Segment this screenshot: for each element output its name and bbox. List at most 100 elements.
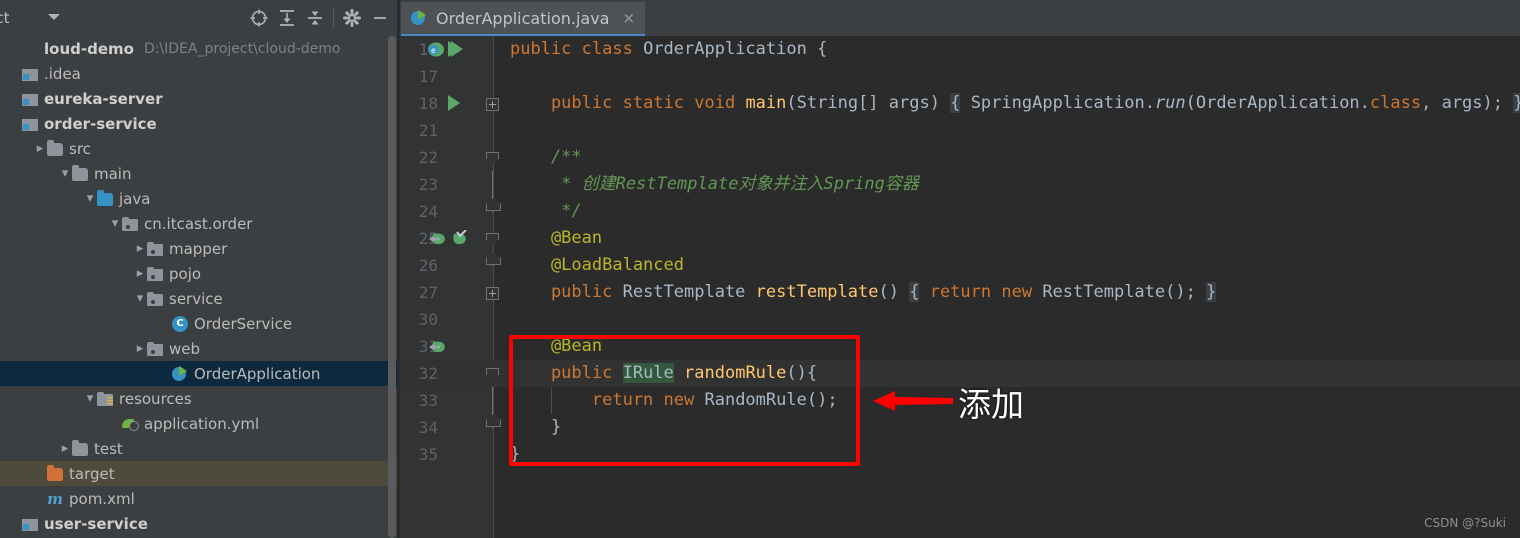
tree-item-label: service	[169, 289, 223, 308]
line-number: 21	[418, 121, 438, 140]
tree-item-application-yml[interactable]: application.yml	[0, 411, 400, 436]
tab-orderapplication-java[interactable]: OrderApplication.java ×	[401, 2, 646, 36]
project-panel-scrollbar[interactable]	[388, 36, 396, 538]
tree-item-loud-demo[interactable]: loud-demo D:\IDEA_project\cloud-demo	[0, 36, 400, 61]
code-line-23[interactable]: 23 * 创建RestTemplate对象并注入Spring容器	[400, 171, 1520, 198]
tree-item-label: pojo	[169, 264, 202, 283]
maven-icon: m	[47, 489, 63, 508]
hide-panel-icon[interactable]	[366, 4, 394, 32]
code-line-27[interactable]: 27 public RestTemplate restTemplate() { …	[400, 279, 1520, 306]
chevron-down-icon[interactable]	[83, 191, 97, 206]
project-tree[interactable]: loud-demo D:\IDEA_project\cloud-demo .idea…	[0, 36, 400, 538]
code-line-22[interactable]: 22 /**	[400, 144, 1520, 171]
chevron-right-icon[interactable]	[58, 441, 72, 456]
code-text: @Bean	[510, 336, 603, 356]
code-text: public IRule randomRule(){	[510, 363, 818, 383]
spring-config-icon	[122, 416, 139, 432]
chevron-down-icon[interactable]	[133, 291, 147, 306]
fold-region-start-icon[interactable]	[486, 368, 499, 380]
run-icon[interactable]	[448, 41, 460, 57]
code-line-26[interactable]: 26 @LoadBalanced	[400, 252, 1520, 279]
fold-region-start-icon[interactable]	[486, 233, 499, 245]
code-line-30[interactable]: 30	[400, 306, 1520, 333]
chevron-down-icon[interactable]	[48, 14, 60, 20]
bean-navigate-icon[interactable]	[428, 338, 445, 355]
chevron-right-icon[interactable]	[133, 266, 147, 281]
code-line-35[interactable]: 35}	[400, 441, 1520, 468]
scrollbar-thumb[interactable]	[388, 36, 396, 538]
tree-item-label: src	[69, 139, 91, 158]
settings-gear-icon[interactable]	[338, 4, 366, 32]
locate-icon[interactable]	[245, 4, 273, 32]
code-lines[interactable]: 16epublic class OrderApplication {1718 p…	[400, 36, 1520, 538]
project-panel-toolbar	[245, 0, 394, 36]
tree-item-user-service[interactable]: user-service	[0, 511, 400, 536]
editor-area: OrderApplication.java × 16epublic class …	[400, 0, 1520, 538]
tree-item-test[interactable]: test	[0, 436, 400, 461]
line-number: 22	[418, 148, 438, 167]
fold-region-end-icon[interactable]	[492, 252, 493, 266]
chevron-down-icon[interactable]	[108, 216, 122, 231]
tree-item-src[interactable]: src	[0, 136, 400, 161]
tree-item-idea[interactable]: .idea	[0, 61, 400, 86]
tree-item-web[interactable]: web	[0, 336, 400, 361]
bean-verified-icon[interactable]	[450, 229, 467, 247]
code-line-31[interactable]: 31 @Bean	[400, 333, 1520, 360]
tree-item-order-service[interactable]: order-service	[0, 111, 400, 136]
tree-item-orderservice[interactable]: C OrderService	[0, 311, 400, 336]
code-line-16[interactable]: 16epublic class OrderApplication {	[400, 36, 1520, 63]
tree-item-cn-itcast-order[interactable]: cn.itcast.order	[0, 211, 400, 236]
close-icon[interactable]: ×	[622, 9, 635, 27]
bean-navigate-icon[interactable]	[428, 230, 445, 247]
code-line-17[interactable]: 17	[400, 63, 1520, 90]
code-line-18[interactable]: 18 public static void main(String[] args…	[400, 90, 1520, 117]
tree-item-pom-xml[interactable]: m pom.xml	[0, 486, 400, 511]
package-icon	[147, 292, 163, 306]
folder-icon	[72, 165, 88, 181]
tree-item-orderapplication[interactable]: OrderApplication	[0, 361, 400, 386]
tree-item-eureka-server[interactable]: eureka-server	[0, 86, 400, 111]
fold-region-end-icon[interactable]	[492, 414, 493, 428]
code-text: return new RandomRule();	[510, 390, 838, 410]
fold-expand-icon[interactable]	[486, 98, 499, 111]
excluded-folder-icon	[47, 465, 63, 481]
line-number: 34	[418, 418, 438, 437]
collapse-all-icon[interactable]	[301, 4, 329, 32]
tree-item-resources[interactable]: resources	[0, 386, 400, 411]
tree-item-mapper[interactable]: mapper	[0, 236, 400, 261]
chevron-down-icon[interactable]	[83, 391, 97, 406]
tree-item-label: loud-demo	[44, 39, 134, 58]
chevron-down-icon[interactable]	[58, 166, 72, 181]
tree-item-label: OrderService	[194, 314, 293, 333]
fold-region-end-icon[interactable]	[492, 198, 493, 212]
code-text: public static void main(String[] args) {…	[510, 90, 1520, 117]
run-icon[interactable]	[448, 95, 460, 111]
spring-bean-icon[interactable]: e	[427, 41, 444, 58]
toolbar-divider	[333, 9, 334, 27]
tree-item-label: mapper	[169, 239, 228, 258]
tree-item-service[interactable]: service	[0, 286, 400, 311]
chevron-right-icon[interactable]	[133, 341, 147, 356]
chevron-right-icon[interactable]	[133, 241, 147, 256]
expand-all-icon[interactable]	[273, 4, 301, 32]
code-editor[interactable]: 16epublic class OrderApplication {1718 p…	[400, 36, 1520, 538]
fold-expand-icon[interactable]	[486, 287, 499, 300]
tree-item-main[interactable]: main	[0, 161, 400, 186]
tree-item-label: pom.xml	[69, 489, 135, 508]
code-text: @Bean	[510, 228, 603, 248]
code-text: */	[510, 201, 582, 221]
tree-item-pojo[interactable]: pojo	[0, 261, 400, 286]
tree-item-java[interactable]: java	[0, 186, 400, 211]
indent-guide	[550, 387, 552, 414]
code-line-25[interactable]: 25 @Bean	[400, 225, 1520, 252]
chevron-right-icon[interactable]	[33, 141, 47, 156]
code-text: @LoadBalanced	[510, 255, 684, 275]
tree-item-label: target	[69, 464, 115, 483]
code-line-24[interactable]: 24 */	[400, 198, 1520, 225]
code-line-21[interactable]: 21	[400, 117, 1520, 144]
fold-region-start-icon[interactable]	[486, 152, 499, 164]
project-path: D:\IDEA_project\cloud-demo	[143, 40, 341, 57]
project-panel-title: ject	[0, 9, 10, 27]
tree-item-target[interactable]: target	[0, 461, 400, 486]
editor-tab-bar: OrderApplication.java ×	[400, 0, 1520, 36]
